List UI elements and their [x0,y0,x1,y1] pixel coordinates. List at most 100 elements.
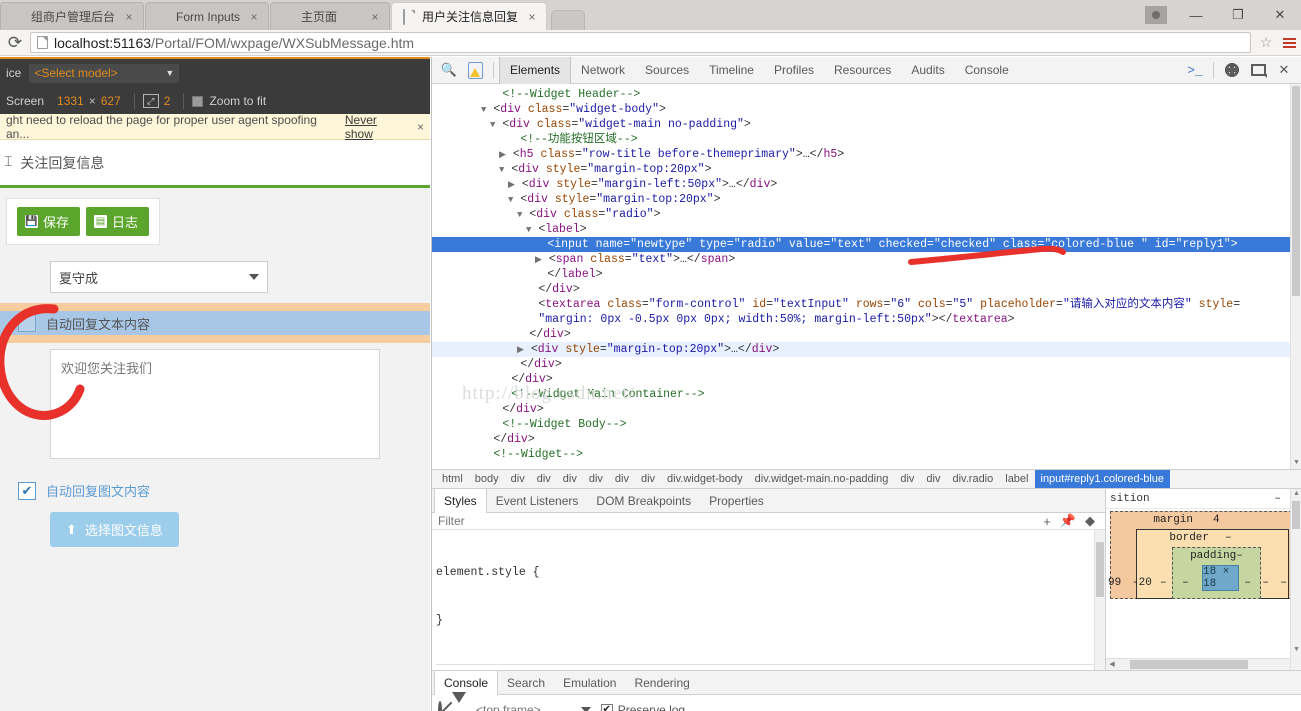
maximize-button[interactable]: ❐ [1217,0,1259,30]
breadcrumb-item-11[interactable]: div [920,470,946,488]
dom-node-13[interactable]: </div> [432,282,1301,297]
tab-network[interactable]: Network [571,57,635,84]
dom-node-24[interactable]: <!--Widget--> [432,447,1301,462]
browser-tab-1[interactable]: 组商户管理后台 × [0,2,145,30]
tab-close-icon[interactable]: × [246,10,262,24]
scroll-down-arrow[interactable]: ▼ [1291,645,1301,656]
border-right-value[interactable]: – [1262,577,1269,589]
disclosure-triangle[interactable] [508,135,513,145]
disclosure-triangle[interactable] [508,360,513,370]
media-reply-checkbox-row[interactable]: ✔ 自动回复图文内容 [0,481,430,500]
new-tab-button[interactable] [551,10,586,30]
dom-node-1[interactable]: ▼ <div class="widget-body"> [432,102,1301,117]
dom-node-14[interactable]: <textarea class="form-control" id="textI… [432,297,1301,312]
tab-styles[interactable]: Styles [434,488,487,513]
drawer-tab-rendering[interactable]: Rendering [625,671,698,695]
padding-left-value[interactable]: – [1182,577,1189,589]
browser-tab-3[interactable]: 主页面 × [270,2,391,30]
scroll-down-arrow[interactable]: ▼ [1291,458,1301,469]
dom-node-21[interactable]: </div> [432,402,1301,417]
search-icon[interactable]: 🔍 [436,57,462,83]
dom-node-0[interactable]: <!--Widget Header--> [432,87,1301,102]
border-top-value[interactable]: – [1225,532,1232,544]
tab-properties[interactable]: Properties [700,489,773,513]
never-show-link[interactable]: Never show [345,113,407,141]
media-reply-checkbox[interactable]: ✔ [18,481,36,500]
swap-dimensions-icon[interactable]: ⤢ [142,94,159,108]
scroll-left-arrow[interactable]: ◀ [1106,660,1118,669]
drawer-tab-emulation[interactable]: Emulation [554,671,625,695]
dom-node-10[interactable]: <input name="newtype" type="radio" value… [432,237,1301,252]
disclosure-triangle[interactable] [535,240,540,250]
tab-close-icon[interactable]: × [367,10,383,24]
disclosure-triangle[interactable] [499,390,504,400]
log-button[interactable]: ▤ 日志 [86,207,150,236]
zoom-to-fit-checkbox[interactable] [192,95,204,107]
hamburger-menu-icon[interactable] [1277,37,1301,48]
dom-node-20[interactable]: <!--Widget Main Container--> [432,387,1301,402]
reload-icon[interactable]: ⟳ [0,34,30,51]
tab-elements[interactable]: Elements [499,56,572,84]
tab-close-icon[interactable]: × [524,10,540,24]
disclosure-triangle[interactable] [535,270,540,280]
dom-tree-scrollbar[interactable]: ▲ ▼ [1290,84,1301,469]
disclosure-triangle[interactable] [481,435,486,445]
margin-right-value[interactable]: – [1280,577,1287,589]
screen-width-input[interactable]: 1331 [57,94,84,108]
scrollbar-thumb[interactable] [1292,86,1300,296]
bookmark-star-icon[interactable]: ☆ [1255,34,1277,51]
disclosure-triangle[interactable] [526,315,531,325]
close-devtools-icon[interactable]: ✕ [1271,57,1297,83]
disclosure-triangle[interactable]: ▼ [499,165,504,175]
clear-console-icon[interactable] [438,701,442,711]
dom-node-4[interactable]: ▶ <h5 class="row-title before-themeprima… [432,147,1301,162]
preserve-log-row[interactable]: ✔ Preserve log [600,703,685,711]
scrollbar-thumb[interactable] [1096,542,1104,597]
dom-node-9[interactable]: ▼ <label> [432,222,1301,237]
css-source-link[interactable]: bootstrap.min.css:5 [962,668,1087,670]
preserve-log-checkbox[interactable]: ✔ [600,704,613,711]
user-avatar[interactable] [1145,6,1167,24]
disclosure-triangle[interactable]: ▼ [508,195,513,205]
dom-node-6[interactable]: ▶ <div style="margin-left:50px">…</div> [432,177,1301,192]
tab-close-icon[interactable]: × [121,10,137,24]
breadcrumb-item-14[interactable]: input#reply1.colored-blue [1034,470,1171,488]
breadcrumb-item-1[interactable]: body [469,470,505,488]
breadcrumb-item-4[interactable]: div [557,470,583,488]
css-rules-list[interactable]: element.style { } bootstrap.min.css:5 .r… [432,530,1105,670]
close-window-button[interactable]: ✕ [1259,0,1301,30]
css-rule-element-style[interactable]: element.style { } [436,533,1105,661]
margin-top-value[interactable]: 4 [1213,514,1220,526]
close-icon[interactable]: × [417,120,424,134]
reply-textarea[interactable]: 欢迎您关注我们 [50,349,380,459]
breadcrumb-item-10[interactable]: div [894,470,920,488]
console-prompt-icon[interactable]: >_ [1182,57,1208,83]
disclosure-triangle[interactable] [481,450,486,460]
dom-node-19[interactable]: </div> [432,372,1301,387]
minimize-button[interactable]: — [1175,0,1217,30]
device-model-select[interactable]: <Select model> ▼ [29,63,180,83]
pin-icon[interactable]: 📌 [1060,513,1076,529]
dom-node-16[interactable]: </div> [432,327,1301,342]
breadcrumb-item-9[interactable]: div.widget-main.no-padding [749,470,895,488]
border-left-value[interactable]: – [1160,577,1167,589]
css-scrollbar[interactable] [1094,530,1105,670]
add-rule-icon[interactable]: + [1043,514,1051,529]
tab-event-listeners[interactable]: Event Listeners [487,489,588,513]
dom-node-7[interactable]: ▼ <div style="margin-top:20px"> [432,192,1301,207]
tab-timeline[interactable]: Timeline [699,57,764,84]
tab-console[interactable]: Console [955,57,1019,84]
box-model-hscrollbar[interactable]: ◀ ▶ [1106,658,1301,670]
filter-icon[interactable] [452,692,466,711]
text-reply-radio[interactable] [18,314,36,332]
margin-left-value[interactable]: -20 [1132,577,1152,589]
disclosure-triangle[interactable]: ▶ [499,150,506,160]
padding-top-value[interactable]: – [1236,550,1243,562]
color-picker-icon[interactable]: ◆ [1085,513,1095,529]
disclosure-triangle[interactable]: ▼ [481,105,486,115]
screen-height-input[interactable]: 627 [101,94,121,108]
box-model-vscrollbar[interactable]: ▲ ▼ [1290,489,1301,670]
disclosure-triangle[interactable] [526,285,531,295]
disclosure-triangle[interactable]: ▼ [490,120,495,130]
dom-node-18[interactable]: </div> [432,357,1301,372]
